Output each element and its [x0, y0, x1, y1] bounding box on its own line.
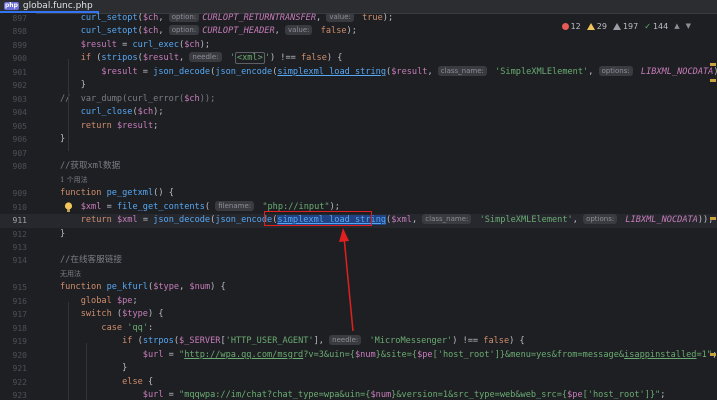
code-editor[interactable]: 897 curl_setopt($ch, option: CURLOPT_RETU… [0, 13, 717, 400]
file-tab-label: global.func.php [22, 0, 93, 11]
file-tab[interactable]: php global.func.php [0, 0, 99, 13]
annotation-arrow [339, 228, 354, 332]
php-file-icon: php [4, 1, 19, 10]
editor-tab-bar: php global.func.php [0, 0, 717, 14]
